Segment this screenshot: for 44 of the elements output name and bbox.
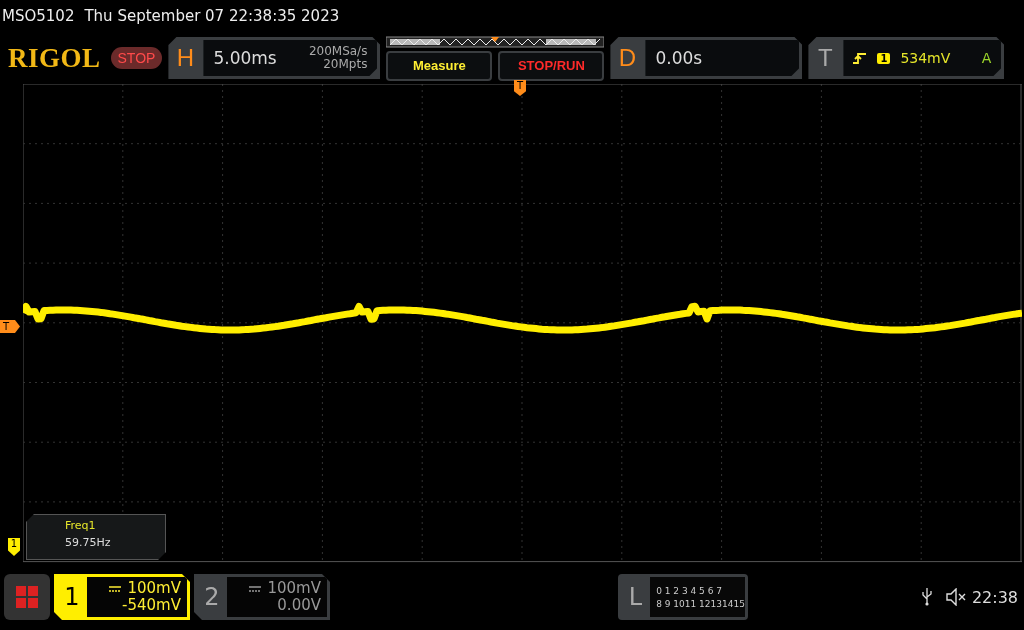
logic-label: L (627, 582, 644, 613)
timebase-value: 5.00ms (213, 48, 277, 68)
rising-edge-icon (853, 51, 868, 65)
clock-time: 22:38 (971, 587, 1018, 607)
channel-scale: 100mV (127, 580, 181, 597)
measurement-name: Freq1 (65, 519, 97, 532)
measure-button[interactable]: Measure (386, 50, 493, 81)
menu-button[interactable] (4, 574, 50, 620)
model-name: MSO5102 (2, 7, 75, 25)
trigger-label: T (817, 44, 834, 72)
trigger-level-marker[interactable]: T (0, 320, 20, 333)
channel-panel[interactable]: 2 100mV 0.00V (194, 574, 330, 620)
speaker-muted-icon[interactable] (945, 588, 968, 606)
logic-channel-numbers: 0 1 2 3 4 5 6 7 (656, 585, 723, 596)
channel-scale: 100mV (267, 580, 321, 597)
sample-rate: 200MSa/s (308, 45, 368, 58)
horizontal-label: H (175, 44, 196, 72)
logic-panel[interactable]: L 0 1 2 3 4 5 6 7 8 9 1011 12131415 (617, 574, 748, 620)
usb-icon (921, 588, 932, 606)
channel-number: 1 (63, 582, 81, 613)
date-time: Thu September 07 22:38:35 2023 (84, 7, 340, 25)
memory-depth: 20Mpts (323, 58, 368, 71)
logic-channel-numbers: 8 9 1011 12131415 (656, 598, 745, 609)
delay-label: D (617, 44, 638, 72)
channel-panel[interactable]: 1 100mV -540mV (54, 574, 190, 620)
stop-run-button[interactable]: STOP/RUN (498, 50, 605, 81)
trigger-level: 534mV (900, 50, 951, 66)
trigger-position-marker[interactable]: T (514, 80, 526, 96)
horizontal-panel[interactable]: H 5.00ms 200MSa/s 20Mpts (168, 37, 381, 79)
measurement-value: 59.75Hz (65, 536, 112, 549)
channel-offset: 0.00V (277, 597, 321, 614)
trigger-source-badge: 1 (877, 52, 891, 64)
channel-offset-marker[interactable]: 1 (8, 538, 20, 556)
channel-number: 2 (203, 582, 221, 613)
channel-offset: -540mV (122, 597, 181, 614)
dc-coupling-icon (249, 585, 262, 592)
brand-logo: RIGOL (8, 42, 101, 74)
grid-icon (15, 585, 39, 609)
memory-overview-icon (386, 35, 605, 48)
trigger-panel[interactable]: T 1 534mV A (808, 37, 1005, 79)
delay-value: 0.00s (655, 48, 703, 68)
delay-panel[interactable]: D 0.00s (610, 37, 803, 79)
dc-coupling-icon (109, 585, 122, 592)
trigger-mode: A (981, 50, 992, 66)
